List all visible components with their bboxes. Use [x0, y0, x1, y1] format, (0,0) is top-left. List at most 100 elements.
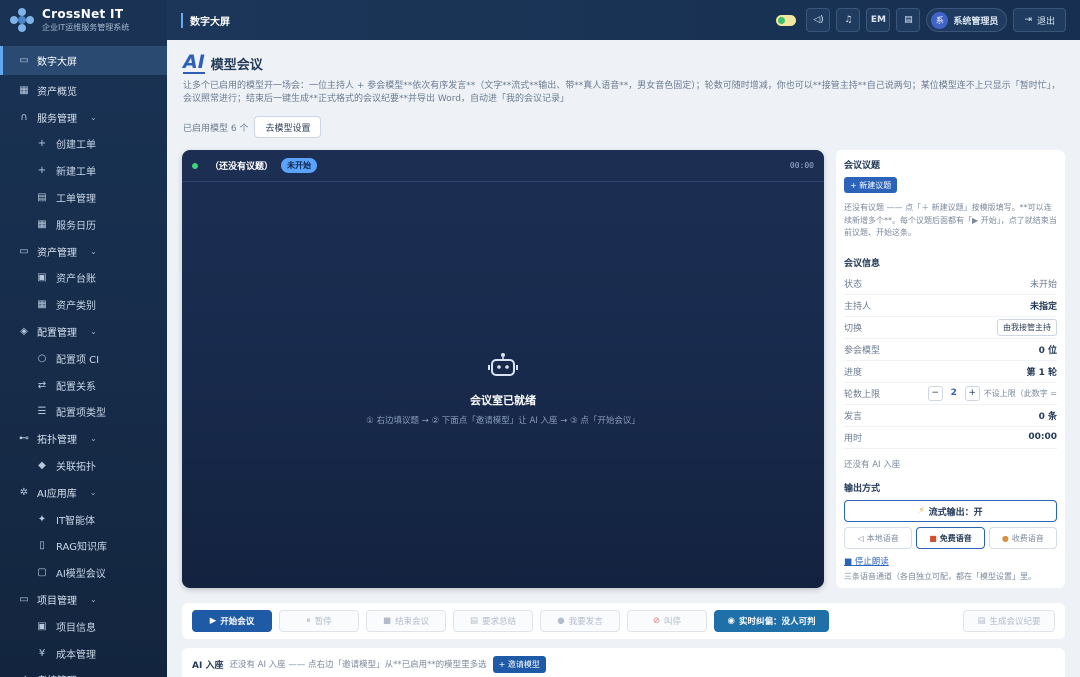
meeting-stage: （还没有议题） 未开始 00:00 会议室已就绪 ① 右边填议题 → ② 下面点…	[182, 150, 824, 588]
logo-icon	[10, 8, 34, 32]
sidebar-item-8[interactable]: ▣ 资产台账	[0, 265, 167, 292]
status-badge: 未开始	[281, 158, 318, 173]
info-row: 主持人 未指定	[844, 295, 1057, 317]
sidebar-item-10[interactable]: ◈ 配置管理 ⌄	[0, 318, 167, 345]
bell-icon[interactable]: ♫	[836, 8, 861, 32]
sidebar-item-5[interactable]: ▤ 工单管理	[0, 184, 167, 211]
eye-icon: ◉	[727, 616, 735, 626]
info-value: 未开始	[1029, 279, 1057, 290]
sidebar-item-6[interactable]: ▦ 服务日历	[0, 211, 167, 238]
pause-label: 暂停	[314, 617, 332, 627]
info-row: 切换 由我接管主持	[844, 317, 1057, 339]
sidebar-item-22[interactable]: ¥ 成本管理	[0, 640, 167, 667]
sidebar-item-23[interactable]: ✓考核管理⌄	[0, 667, 167, 677]
category-icon: ▦	[37, 299, 47, 311]
info-row: 参会模型 0 位	[844, 339, 1057, 361]
goto-model-settings-button[interactable]: 去模型设置	[254, 116, 322, 138]
voice-local-option[interactable]: ◁ 本地语音	[844, 527, 913, 549]
sidebar-item-13[interactable]: ☰ 配置项类型	[0, 399, 167, 426]
voice-channel-note: 三条语音通道（各自独立可配，都在「模型设置」里。	[844, 572, 1036, 581]
stream-output-toggle[interactable]: ⚡ 流式输出：开	[844, 500, 1057, 522]
generate-minutes-button[interactable]: ▤ 生成会议纪要	[963, 610, 1055, 632]
info-label: 主持人	[844, 301, 872, 312]
stage-hint: ① 右边填议题 → ② 下面点「邀请模型」让 AI 入座 → ③ 点「开始会议」	[366, 416, 640, 426]
start-meeting-label: 开始会议	[220, 617, 255, 627]
sidebar-item-label: 成本管理	[56, 649, 96, 661]
voice-free-label: 免费语音	[939, 533, 972, 543]
sidebar-item-12[interactable]: ⇄ 配置关系	[0, 372, 167, 399]
start-meeting-button[interactable]: ▶ 开始会议	[192, 610, 272, 632]
ledger-icon: ▣	[37, 272, 47, 284]
no-ai-text: 还没有 AI 入座	[844, 459, 901, 470]
volume-icon[interactable]: ◁)	[806, 8, 831, 32]
sidebar-item-label: 工单管理	[56, 194, 96, 206]
sidebar-item-7[interactable]: ▭ 资产管理 ⌄	[0, 238, 167, 265]
sidebar-item-label: 资产类别	[56, 301, 96, 313]
brand-name: CrossNet IT	[42, 7, 124, 21]
halt-button[interactable]: ⊘ 叫停	[627, 610, 707, 632]
info-value: 0 位	[1038, 345, 1057, 356]
user-menu[interactable]: 系 系统管理员	[926, 8, 1008, 32]
plus-button[interactable]: +	[964, 385, 980, 401]
generate-minutes-label: 生成会议纪要	[989, 617, 1041, 627]
invite-model-button[interactable]: + 邀请模型	[492, 655, 546, 673]
round-limit-note: 不设上限（此数字 =	[983, 388, 1057, 398]
ai-seating-label: AI 入座	[192, 660, 224, 671]
i-speak-button[interactable]: ● 我要发言	[540, 610, 620, 632]
voice-paid-option[interactable]: ● 收费语音	[988, 527, 1057, 549]
sidebar-item-19[interactable]: ▢ AI模型会议	[0, 559, 167, 586]
stop-square-icon: ■	[382, 616, 391, 626]
sidebar-item-9[interactable]: ▦ 资产类别	[0, 291, 167, 318]
stop-reading-link[interactable]: ■ 停止朗读	[844, 555, 1057, 567]
gear-icon: ✲	[19, 486, 29, 498]
sidebar-item-15[interactable]: ◆ 关联拓扑	[0, 452, 167, 479]
mic-icon: ●	[557, 616, 565, 626]
theme-toggle[interactable]	[776, 14, 797, 26]
minutes-icon: ▤	[977, 616, 986, 626]
round-limit-stepper[interactable]: −2 + 不设上限（此数字 =	[927, 385, 1057, 401]
sidebar-item-11[interactable]: ○ 配置项 CI	[0, 345, 167, 372]
ai-logo: AI	[183, 51, 205, 74]
sidebar-item-label: 配置管理	[37, 328, 77, 340]
sidebar-item-3[interactable]: + 创建工单	[0, 131, 167, 158]
pause-button[interactable]: ⏸ 暂停	[279, 610, 359, 632]
topic-description: 还没有议题 —— 点「＋ 新建议题」按模版填写。**可以连续新增多个**。每个议…	[844, 203, 1057, 237]
sidebar-item-0[interactable]: ▭ 数字大屏	[0, 46, 167, 75]
server-icon: ▭	[19, 245, 29, 257]
stage-ready-text: 会议室已就绪	[470, 394, 536, 407]
live-correction-button[interactable]: ◉ 实时纠偏：没人可判	[714, 610, 829, 632]
end-meeting-button[interactable]: ■ 结束会议	[366, 610, 446, 632]
info-row: 用时 00:00	[844, 427, 1057, 449]
sidebar-item-18[interactable]: ▯ RAG知识库	[0, 533, 167, 560]
logout-button[interactable]: ⇥ 退出	[1013, 8, 1066, 32]
sidebar-item-label: 服务日历	[56, 220, 96, 232]
sidebar-item-16[interactable]: ✲ AI应用库 ⌄	[0, 479, 167, 506]
notes-icon[interactable]: ▤	[896, 8, 921, 32]
minus-button[interactable]: −	[927, 385, 943, 401]
ai-seating-text: 还没有 AI 入座 —— 点右边「邀请模型」从**已启用**的模型里多选	[229, 660, 487, 670]
sidebar-item-20[interactable]: ▭ 项目管理 ⌄	[0, 586, 167, 613]
cube-icon: ◈	[20, 326, 28, 338]
sidebar-item-1[interactable]: ▦ 资产概览	[0, 77, 167, 104]
sidebar-item-2[interactable]: ∩ 服务管理 ⌄	[0, 104, 167, 131]
meeting-info-list: 状态 未开始 主持人 未指定 切换 由我接管主持 参会模型 0 位进度 第 1 轮轮数上限 −2 +…	[844, 273, 1057, 449]
voice-free-option[interactable]: ■ 免费语音	[916, 527, 985, 549]
plus-icon: +	[37, 138, 47, 150]
request-summary-button[interactable]: ▤ 要求总结	[453, 610, 533, 632]
sidebar-item-label: 服务管理	[37, 113, 77, 125]
chevron-down-icon: ⌄	[89, 487, 97, 497]
voice-local-label: 本地语音	[866, 533, 899, 543]
sidebar-item-label: RAG知识库	[56, 542, 107, 554]
sidebar-item-label: AI应用库	[37, 488, 77, 500]
topbar-title: 数字大屏	[181, 12, 230, 28]
take-over-host-button[interactable]: 由我接管主持	[997, 318, 1057, 336]
sidebar-item-21[interactable]: ▣ 项目信息	[0, 613, 167, 640]
lang-button[interactable]: EM	[866, 8, 891, 32]
stop-reading-label: 停止朗读	[854, 557, 889, 567]
sidebar-item-14[interactable]: ⊷ 拓扑管理 ⌄	[0, 425, 167, 452]
new-topic-button[interactable]: + 新建议题	[844, 177, 898, 193]
robot-icon	[488, 353, 518, 376]
sidebar-item-4[interactable]: + 新建工单	[0, 157, 167, 184]
sidebar-item-17[interactable]: ✦ IT智能体	[0, 506, 167, 533]
list-icon: ☰	[37, 406, 47, 418]
